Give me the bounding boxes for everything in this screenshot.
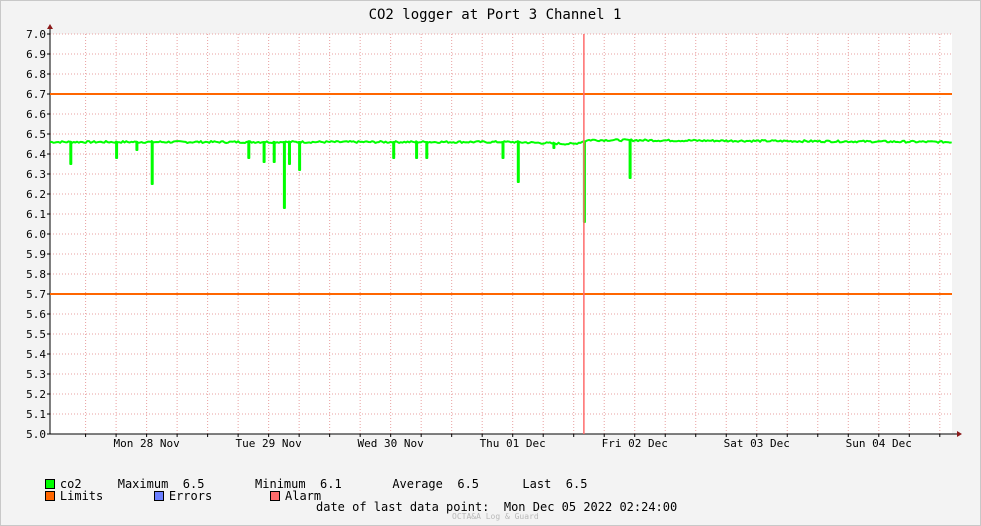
x-tick-label: Sun 04 Dec <box>846 437 912 450</box>
x-tick-label: Thu 01 Dec <box>480 437 546 450</box>
x-axis-arrow <box>957 431 962 437</box>
co2-chart: CO2 logger at Port 3 Channel 1 5.0 5.1 5.2… <box>26 7 962 450</box>
watermark: OCTA&A Log & Guard <box>452 512 539 521</box>
y-tick-label: 6.9 <box>26 48 46 61</box>
x-tick-label: Mon 28 Nov <box>113 437 180 450</box>
y-axis-arrow <box>47 24 53 29</box>
limits-swatch <box>44 490 55 501</box>
y-tick-label: 6.5 <box>26 128 46 141</box>
y-tick-label: 6.3 <box>26 168 46 181</box>
legend-min-value: 6.1 <box>320 477 342 491</box>
x-axis: Mon 28 Nov Tue 29 Nov Wed 30 Nov Thu 01 Dec… <box>50 431 962 450</box>
legend-avg-label: Average <box>392 477 443 491</box>
x-tick-label: Sat 03 Dec <box>724 437 790 450</box>
y-tick-label: 7.0 <box>26 28 46 41</box>
y-tick-label: 5.1 <box>26 408 46 421</box>
y-tick-label: 5.4 <box>26 348 46 361</box>
y-tick-label: 6.6 <box>26 108 46 121</box>
x-tick-label: Wed 30 Nov <box>358 437 425 450</box>
legend-avg-value: 6.5 <box>457 477 480 491</box>
chart-title: CO2 logger at Port 3 Channel 1 <box>369 7 622 23</box>
legend-errors-label: Errors <box>168 489 213 503</box>
y-tick-label: 5.7 <box>26 288 46 301</box>
y-tick-label: 6.1 <box>26 208 46 221</box>
y-axis: 5.0 5.1 5.2 5.3 5.4 5.5 5.6 5.7 5.8 5.9 6.0 6.1 6.2 6… <box>26 24 53 441</box>
y-tick-label: 6.2 <box>26 188 46 201</box>
y-tick-label: 5.6 <box>26 308 46 321</box>
y-tick-label: 5.8 <box>26 268 46 281</box>
y-tick-label: 6.4 <box>26 148 46 161</box>
legend-limits-label: Limits <box>59 489 104 503</box>
y-tick-label: 5.3 <box>26 368 46 381</box>
legend-last-label: Last <box>522 477 552 491</box>
y-tick-label: 5.5 <box>26 328 46 341</box>
y-tick-label: 6.8 <box>26 68 46 81</box>
y-tick-label: 6.7 <box>26 88 46 101</box>
legend-last-value: 6.5 <box>565 477 588 491</box>
alarm-swatch <box>270 490 280 501</box>
y-tick-label: 6.0 <box>26 228 46 241</box>
x-tick-label: Fri 02 Dec <box>602 437 668 450</box>
y-tick-label: 5.2 <box>26 388 46 401</box>
x-tick-label: Tue 29 Nov <box>236 437 303 450</box>
chart-frame: CO2 logger at Port 3 Channel 1 5.0 5.1 5.2… <box>0 0 981 526</box>
errors-swatch <box>153 490 164 501</box>
y-tick-label: 5.9 <box>26 248 46 261</box>
legend-row-keys: Limits Errors Alarm <box>16 475 321 517</box>
y-tick-label: 5.0 <box>26 428 46 441</box>
